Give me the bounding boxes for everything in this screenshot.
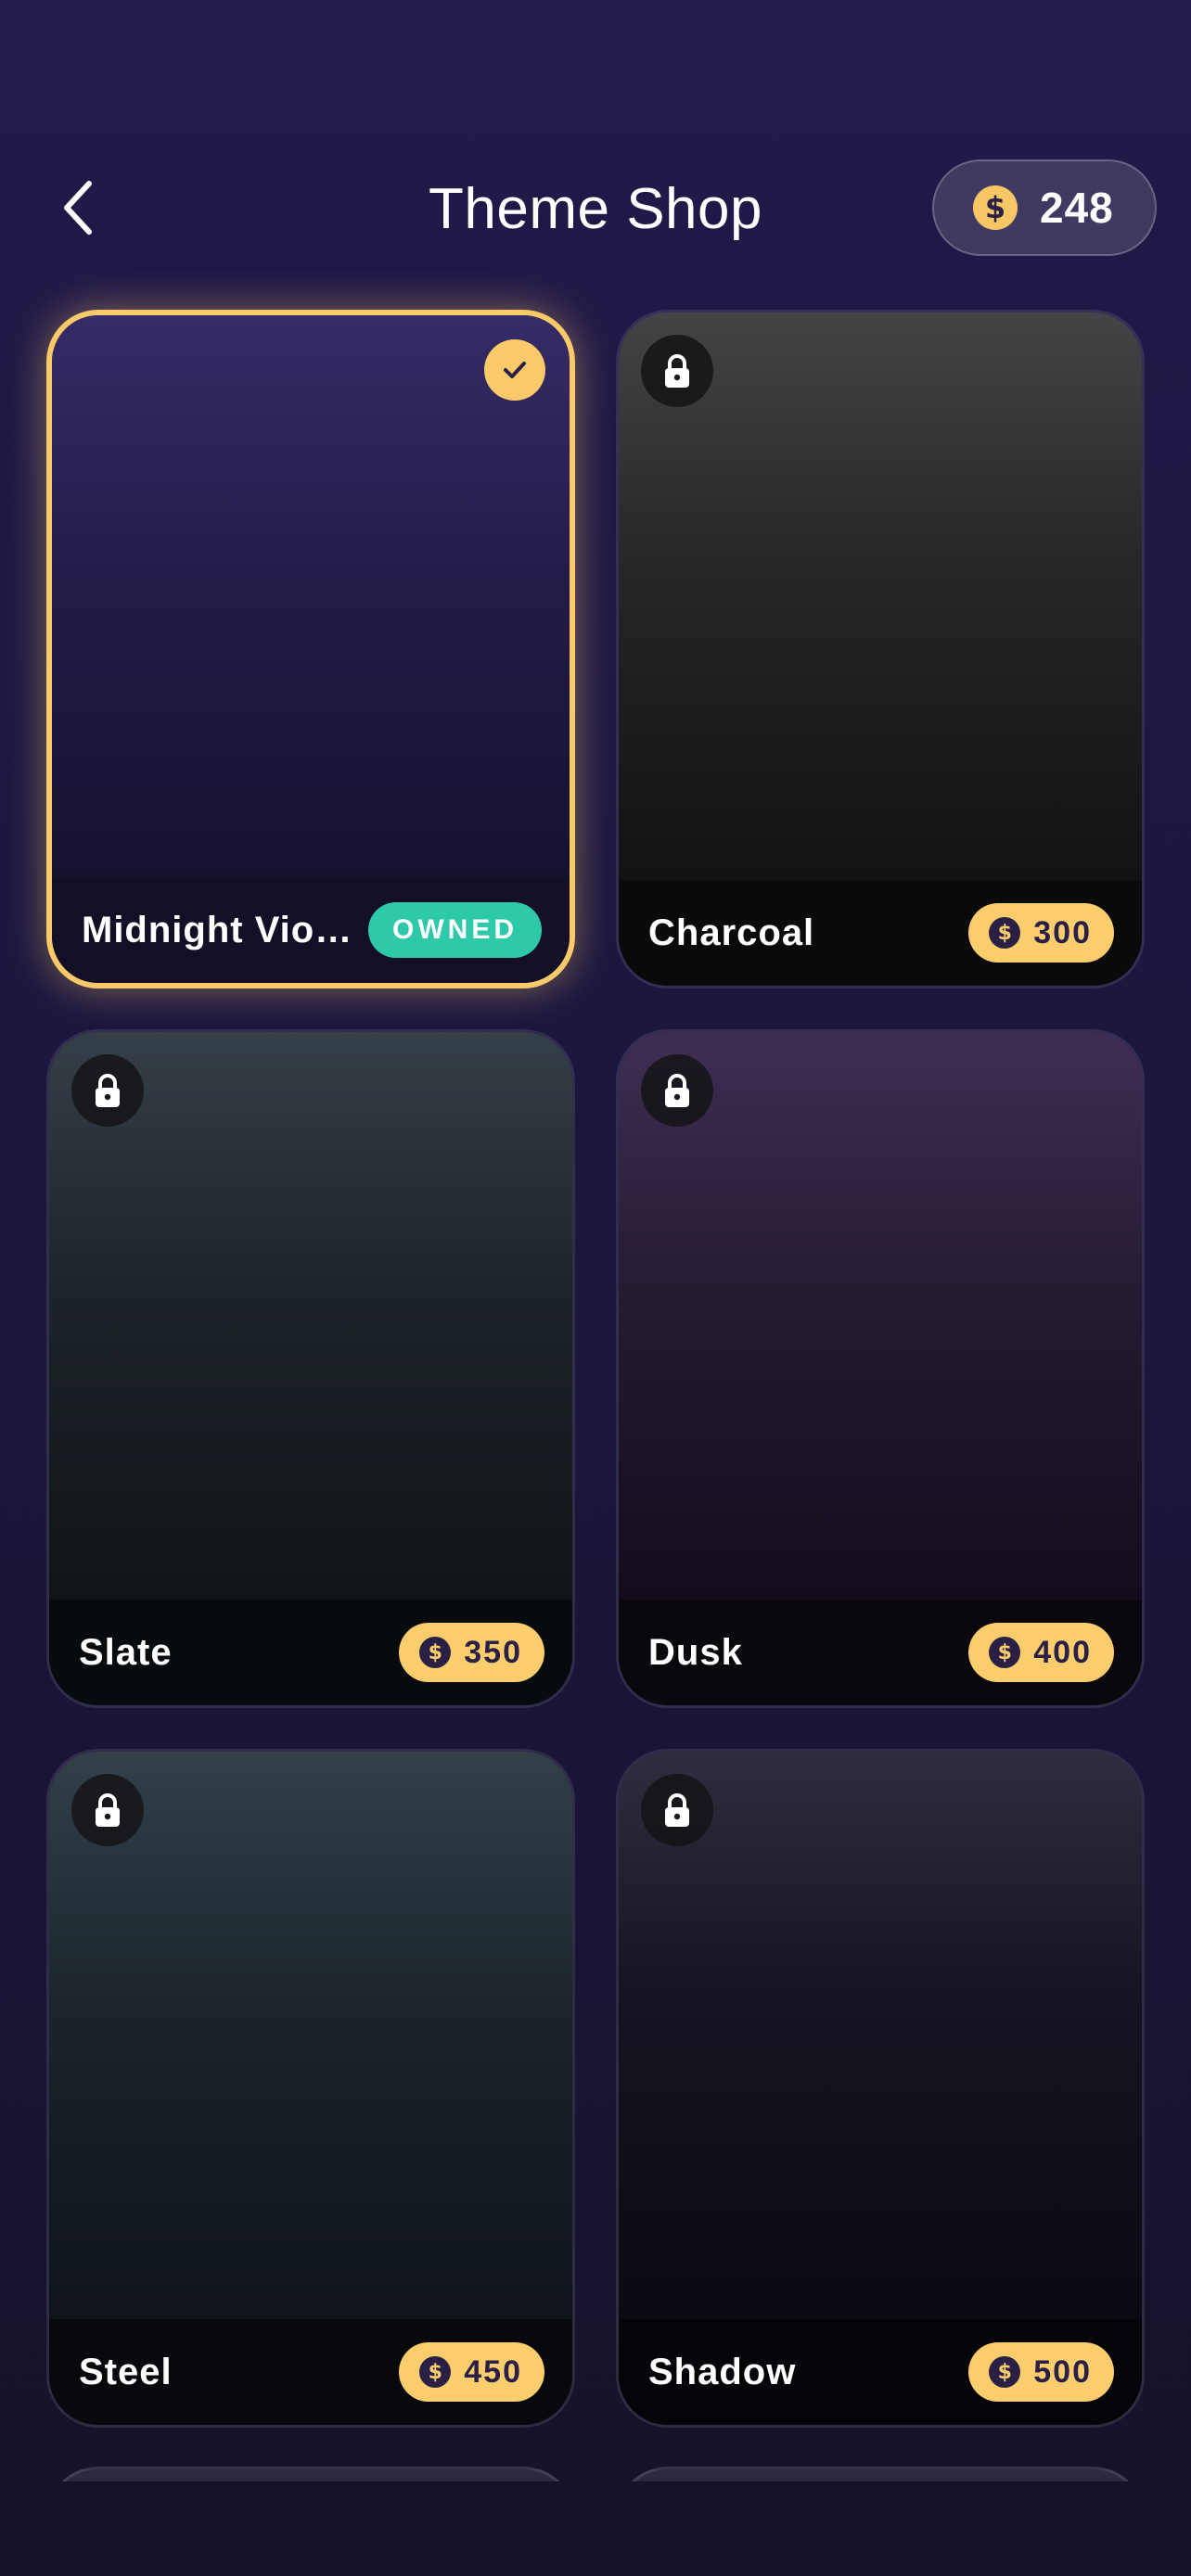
bottom-safe-area: [0, 2481, 1191, 2576]
theme-card-footer: Midnight Vio… OWNED: [52, 877, 570, 983]
price-button[interactable]: $ 500: [968, 2342, 1114, 2402]
theme-card-midnight-violet[interactable]: Midnight Vio… OWNED: [46, 310, 575, 988]
price-value: 350: [464, 1634, 522, 1670]
coin-balance-value: 248: [1040, 184, 1114, 232]
lock-icon: [641, 1774, 713, 1846]
theme-name: Slate: [79, 1631, 173, 1673]
theme-card-charcoal[interactable]: Charcoal $ 300: [616, 310, 1145, 988]
checkmark-icon: [484, 339, 545, 401]
theme-card-steel[interactable]: Steel $ 450: [46, 1749, 575, 2428]
header-bar: Theme Shop $ 248: [0, 0, 1191, 287]
theme-card-slate[interactable]: Slate $ 350: [46, 1029, 575, 1708]
price-button[interactable]: $ 300: [968, 903, 1114, 963]
coin-balance[interactable]: $ 248: [932, 159, 1157, 256]
theme-card-footer: Slate $ 350: [49, 1600, 572, 1705]
price-value: 450: [464, 2353, 522, 2390]
theme-card-footer: Dusk $ 400: [619, 1600, 1142, 1705]
price-button[interactable]: $ 450: [399, 2342, 544, 2402]
price-button[interactable]: $ 350: [399, 1623, 544, 1682]
price-value: 500: [1033, 2353, 1092, 2390]
theme-card-shadow[interactable]: Shadow $ 500: [616, 1749, 1145, 2428]
theme-card-footer: Charcoal $ 300: [619, 880, 1142, 986]
coin-icon: $: [989, 2356, 1021, 2388]
coin-icon: $: [989, 1637, 1021, 1668]
coin-icon: $: [989, 917, 1021, 949]
theme-card-footer: Shadow $ 500: [619, 2319, 1142, 2425]
theme-preview: [52, 315, 570, 877]
lock-icon: [641, 335, 713, 407]
theme-name: Midnight Vio…: [82, 909, 353, 950]
theme-name: Dusk: [648, 1631, 743, 1673]
theme-name: Shadow: [648, 2351, 797, 2392]
theme-name: Steel: [79, 2351, 173, 2392]
theme-card-footer: Steel $ 450: [49, 2319, 572, 2425]
lock-icon: [71, 1774, 144, 1846]
price-value: 400: [1033, 1634, 1092, 1670]
coin-icon: $: [419, 2356, 452, 2388]
price-button[interactable]: $ 400: [968, 1623, 1114, 1682]
lock-icon: [641, 1054, 713, 1127]
price-value: 300: [1033, 914, 1092, 950]
theme-card-dusk[interactable]: Dusk $ 400: [616, 1029, 1145, 1708]
lock-icon: [71, 1054, 144, 1127]
theme-name: Charcoal: [648, 912, 815, 953]
coin-icon: $: [419, 1637, 452, 1668]
owned-badge: OWNED: [368, 902, 542, 958]
coin-icon: $: [973, 185, 1018, 230]
